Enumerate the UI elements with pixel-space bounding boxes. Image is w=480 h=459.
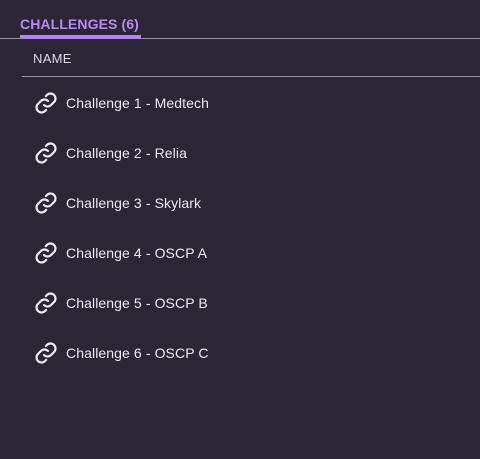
link-icon [34,341,58,365]
link-icon [34,241,58,265]
list-item[interactable]: Challenge 1 - Medtech [22,78,480,128]
challenge-name: Challenge 2 - Relia [66,145,187,161]
challenge-name: Challenge 4 - OSCP A [66,245,208,261]
tab-bar: CHALLENGES (6) [0,0,480,39]
column-header-name-label: NAME [33,51,72,66]
link-icon [34,291,58,315]
list-item[interactable]: Challenge 5 - OSCP B [22,278,480,328]
list-item[interactable]: Challenge 3 - Skylark [22,178,480,228]
link-icon [34,191,58,215]
list-item[interactable]: Challenge 2 - Relia [22,128,480,178]
challenge-name: Challenge 5 - OSCP B [66,295,208,311]
list-item[interactable]: Challenge 4 - OSCP A [22,228,480,278]
link-icon [34,91,58,115]
challenge-list: Challenge 1 - Medtech Challenge 2 - Reli… [22,78,480,378]
tab-challenges[interactable]: CHALLENGES (6) [20,15,141,39]
challenge-name: Challenge 1 - Medtech [66,95,209,111]
link-icon [34,141,58,165]
list-item[interactable]: Challenge 6 - OSCP C [22,328,480,378]
challenge-name: Challenge 3 - Skylark [66,195,202,211]
tab-challenges-label: CHALLENGES [20,16,118,32]
column-header-name[interactable]: NAME [22,40,480,77]
tab-challenges-count: (6) [121,16,139,32]
challenge-name: Challenge 6 - OSCP C [66,345,209,361]
